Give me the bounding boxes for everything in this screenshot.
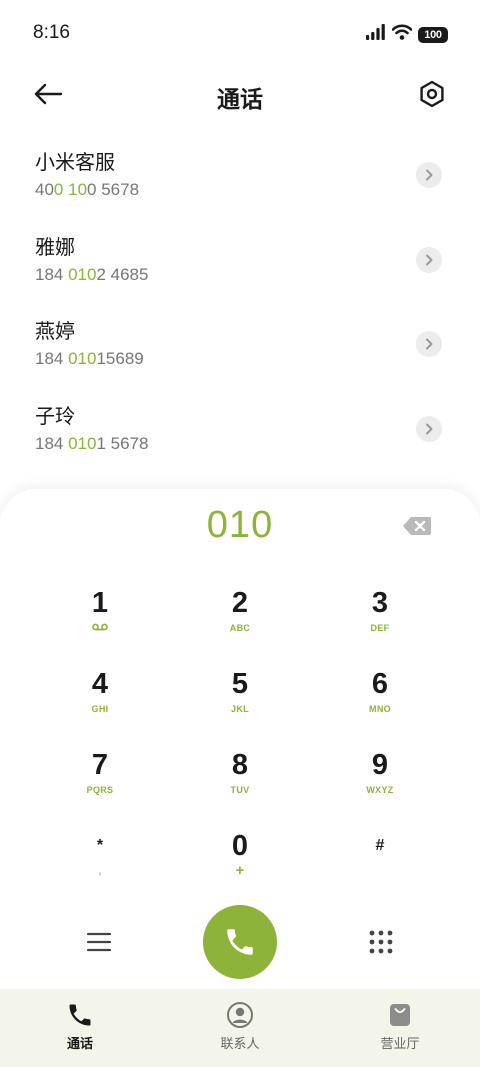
chevron-right-icon: [426, 338, 433, 350]
status-time: 8:16: [33, 22, 70, 43]
key-9[interactable]: 9 WXYZ: [310, 743, 450, 824]
status-icons: 100: [366, 24, 448, 45]
status-bar: 8:16 100: [0, 0, 480, 64]
contact-detail-button[interactable]: [416, 246, 442, 273]
contact-number: 184 0102 4685: [35, 264, 149, 284]
wifi-icon: [391, 24, 413, 45]
contact-detail-button[interactable]: [416, 331, 442, 357]
contact-name: 雅娜: [35, 236, 75, 259]
bottom-nav: 通话 联系人 营业厅: [0, 989, 480, 1067]
contact-number: 184 01015689: [35, 349, 144, 368]
dial-panel: 010 1 2 ABC 3 DEF 4 GHI 5 JKL 6 MNO 7 PQ…: [0, 489, 480, 1067]
battery-icon: 100: [418, 26, 448, 43]
contact-item[interactable]: 小米客服 400 100 5678: [0, 135, 480, 220]
page-title: 通话: [217, 86, 263, 112]
key-hash[interactable]: #: [310, 824, 450, 905]
contact-item[interactable]: 子玲 184 0101 5678: [0, 389, 480, 474]
menu-button[interactable]: [82, 926, 116, 958]
nav-label: 联系人: [220, 1036, 260, 1051]
keypad-toggle-button[interactable]: [364, 926, 398, 958]
contact-detail-button[interactable]: [416, 415, 442, 442]
nav-item-store[interactable]: 营业厅: [320, 989, 480, 1067]
settings-button[interactable]: [412, 74, 452, 114]
nav-label: 营业厅: [380, 1036, 420, 1051]
contact-name: 燕婷: [35, 321, 75, 343]
key-star[interactable]: * ,: [30, 824, 170, 905]
contact-icon: [227, 1002, 253, 1028]
backspace-button[interactable]: [400, 513, 434, 539]
key-0[interactable]: 0 +: [170, 824, 310, 905]
contact-list: 小米客服 400 100 5678 雅娜 184 0102 4685 燕婷 18…: [0, 135, 480, 473]
key-7[interactable]: 7 PQRS: [30, 743, 170, 824]
key-3[interactable]: 3 DEF: [310, 581, 450, 662]
key-1[interactable]: 1: [30, 581, 170, 662]
keypad: 1 2 ABC 3 DEF 4 GHI 5 JKL 6 MNO 7 PQRS 8…: [30, 581, 450, 905]
dialer-action-row: [0, 904, 480, 980]
contact-name: 子玲: [35, 405, 75, 428]
contact-detail-button[interactable]: [416, 162, 442, 188]
signal-icon: [366, 24, 386, 45]
header: 通话: [0, 64, 480, 124]
settings-hexagon-icon: [420, 80, 444, 108]
voicemail-icon: [92, 622, 108, 634]
shopping-bag-icon: [390, 1004, 410, 1026]
contact-number: 400 100 5678: [35, 180, 140, 199]
nav-label: 通话: [66, 1036, 93, 1051]
hamburger-menu-icon: [86, 932, 112, 952]
contact-item[interactable]: 雅娜 184 0102 4685: [0, 220, 480, 305]
phone-screen: 8:16 100 通话 小米客服 400 100 5678 雅娜 184 010…: [0, 0, 480, 1067]
nav-item-calls[interactable]: 通话: [0, 989, 160, 1067]
key-5[interactable]: 5 JKL: [170, 662, 310, 743]
call-button[interactable]: [203, 905, 277, 979]
key-8[interactable]: 8 TUV: [170, 743, 310, 824]
chevron-right-icon: [426, 169, 433, 181]
chevron-right-icon: [426, 423, 433, 434]
backspace-icon: [403, 517, 431, 535]
key-2[interactable]: 2 ABC: [170, 581, 310, 662]
nav-item-contacts[interactable]: 联系人: [160, 989, 320, 1067]
phone-icon: [69, 1004, 91, 1026]
contact-number: 184 0101 5678: [35, 433, 149, 453]
key-6[interactable]: 6 MNO: [310, 662, 450, 743]
contact-name: 小米客服: [35, 152, 115, 174]
phone-icon: [227, 929, 253, 955]
keypad-grid-icon: [369, 930, 393, 954]
key-4[interactable]: 4 GHI: [30, 662, 170, 743]
contact-item[interactable]: 燕婷 184 01015689: [0, 304, 480, 389]
chevron-right-icon: [426, 254, 433, 265]
